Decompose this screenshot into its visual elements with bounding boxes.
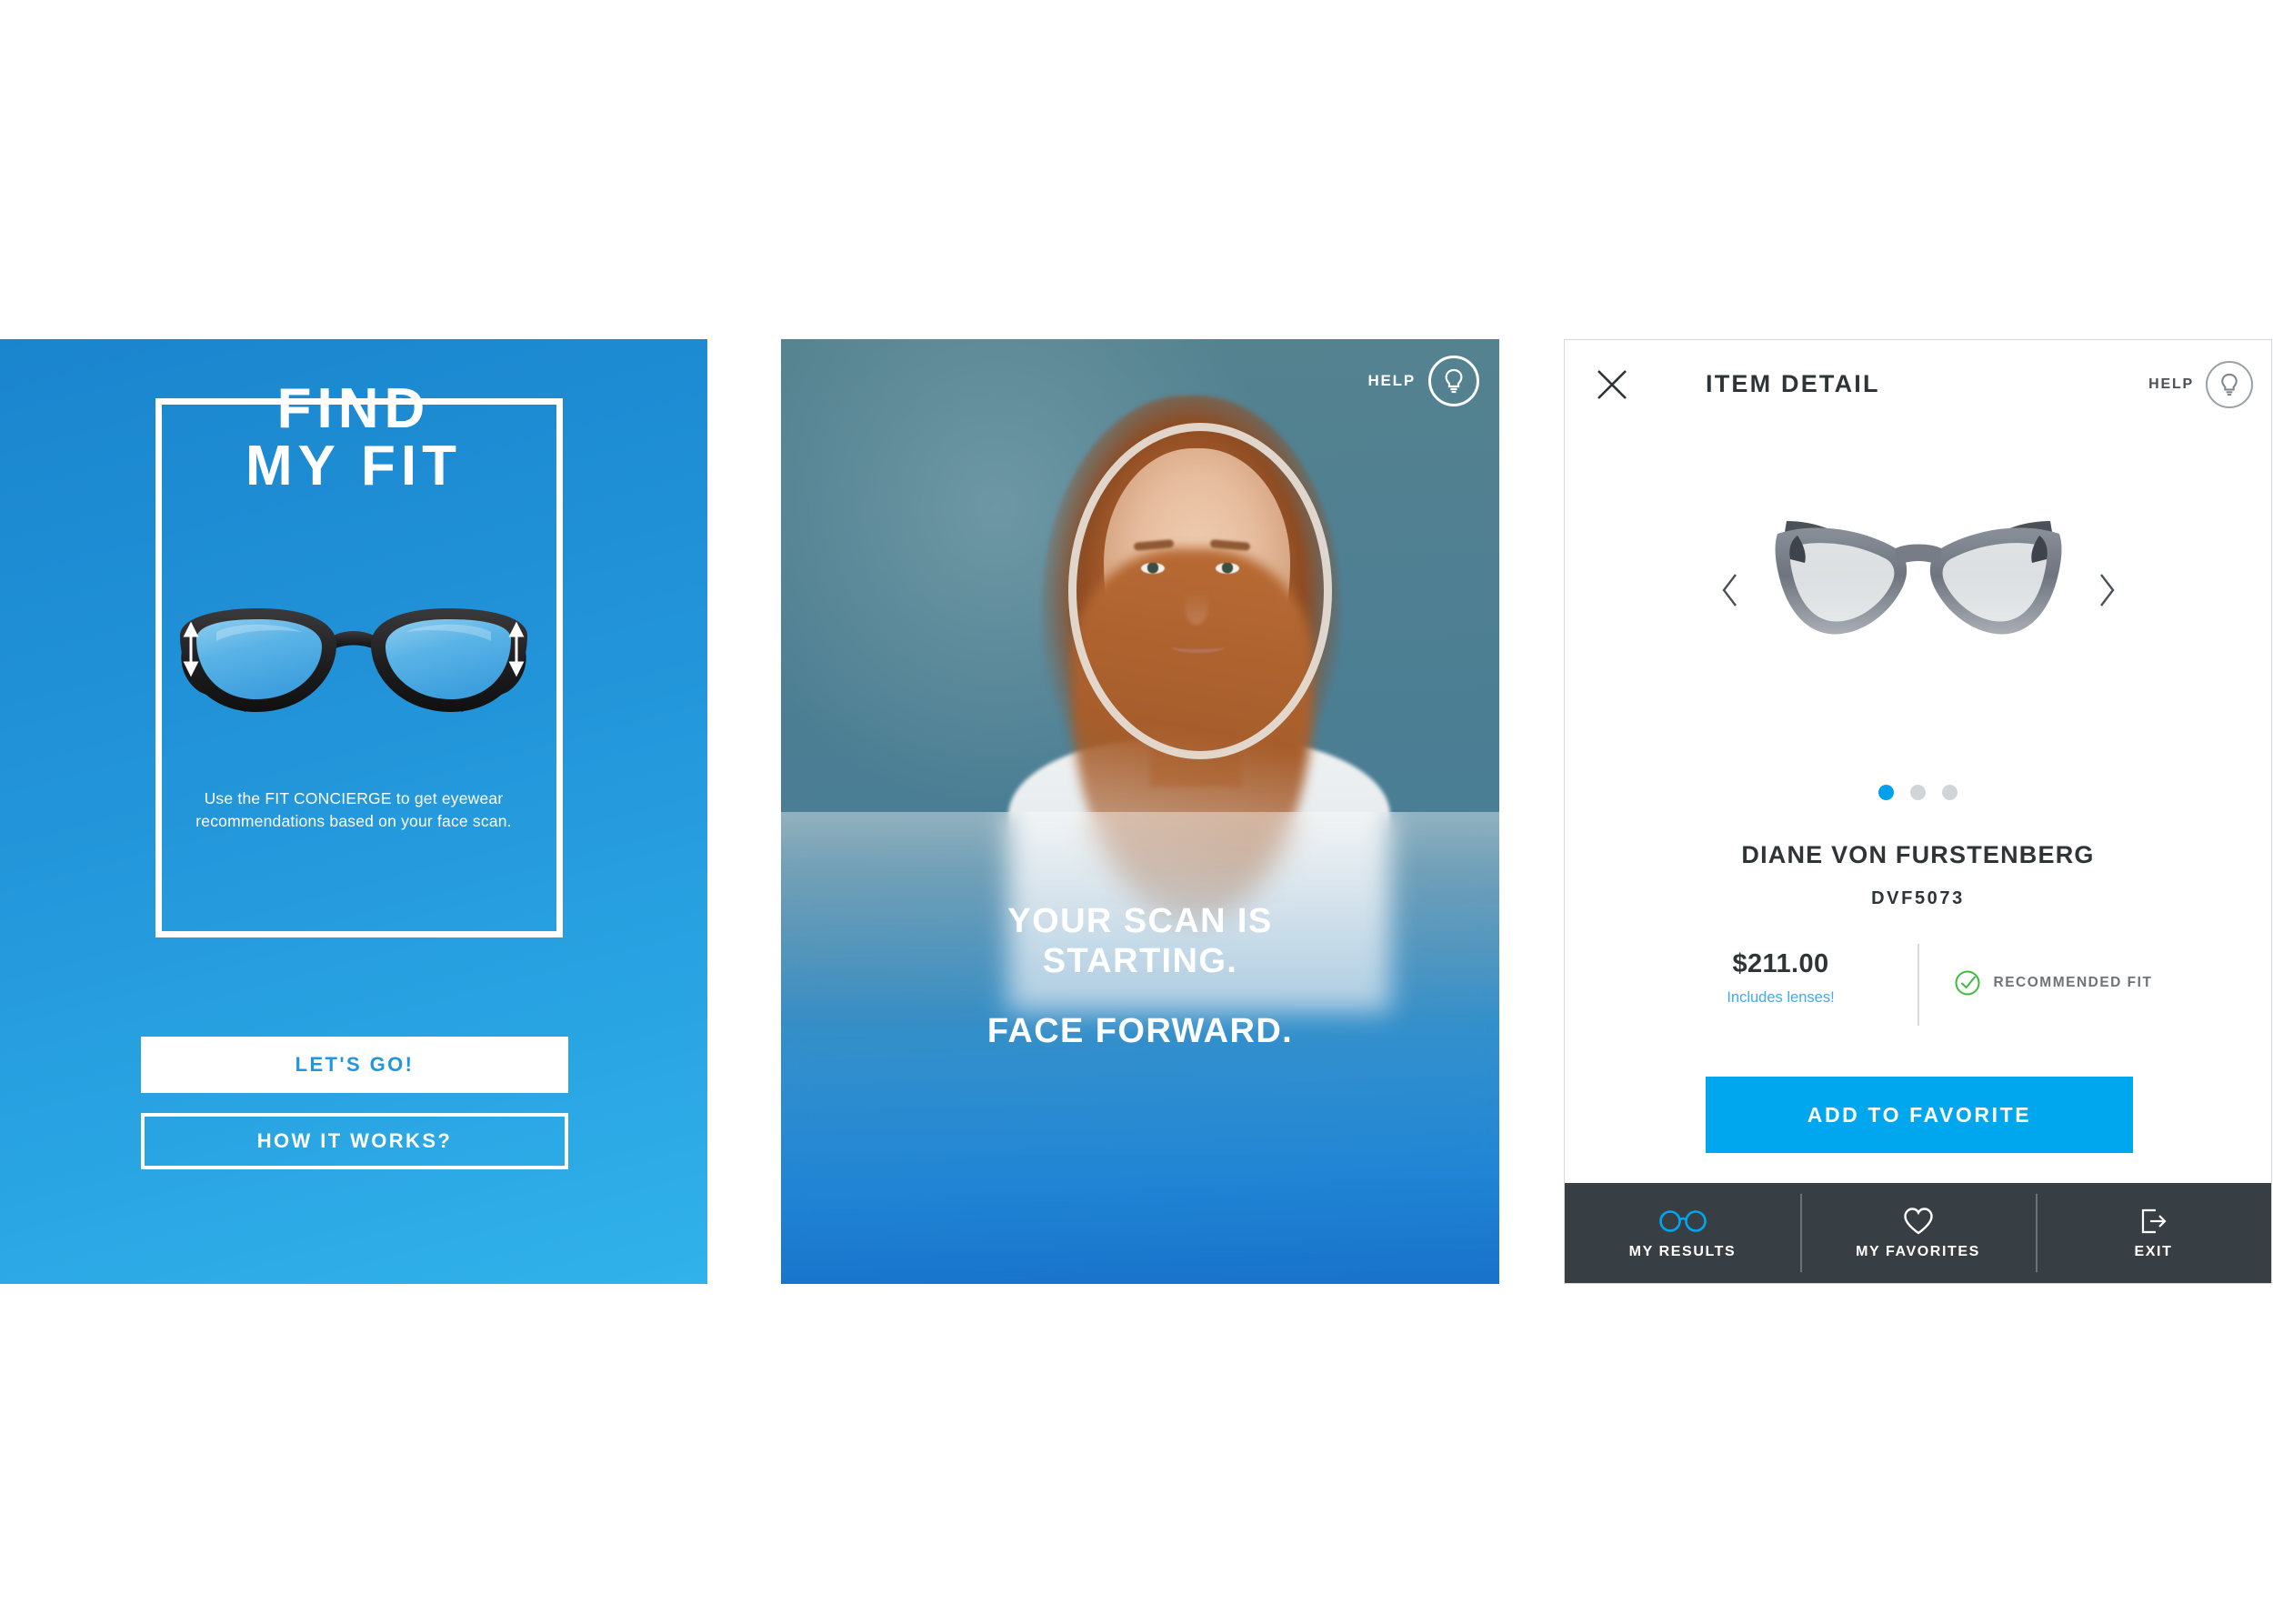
nav-item-my-results[interactable]: MY RESULTS [1565, 1183, 1800, 1283]
carousel-dots [1565, 785, 2271, 800]
page-title-line1: FIND [276, 377, 431, 440]
lets-go-button[interactable]: LET'S GO! [141, 1037, 568, 1093]
chevron-right-icon[interactable] [2087, 570, 2127, 610]
price-block: $211.00 Includes lenses! [1645, 940, 1918, 1007]
add-to-favorite-button[interactable]: ADD TO FAVORITE [1706, 1077, 2133, 1153]
scan-status-message: YOUR SCAN IS STARTING. [781, 901, 1499, 981]
heart-icon [1903, 1206, 1934, 1237]
page-title: ITEM DETAIL [1706, 370, 1880, 397]
product-info-row: $211.00 Includes lenses! RECOMMENDED FIT [1565, 940, 2271, 1031]
help-label: HELP [1367, 372, 1416, 389]
carousel-dot-1[interactable] [1878, 785, 1894, 800]
lightbulb-icon [1428, 356, 1479, 406]
product-image-eyeglasses [1775, 521, 2061, 635]
help-label: HELP [2148, 376, 2194, 392]
panel-item-detail: ITEM DETAIL HELP DIANE VON FURSTENBERG D… [1564, 339, 2272, 1284]
glasses-icon [1658, 1206, 1707, 1237]
nav-item-exit[interactable]: EXIT [2036, 1183, 2271, 1283]
exit-icon [2139, 1206, 2168, 1237]
product-brand: DIANE VON FURSTENBERG [1741, 841, 2095, 868]
intro-subtitle: Use the FIT CONCIERGE to get eyewear rec… [195, 789, 512, 830]
nav-item-my-favorites[interactable]: MY FAVORITES [1800, 1183, 2036, 1283]
product-price: $211.00 [1732, 949, 1829, 978]
panel-find-my-fit: FIND MY FIT Use the FIT CONCIERGE to get… [0, 339, 707, 1284]
page-title-line2: MY FIT [245, 435, 463, 498]
nav-label-my-favorites: MY FAVORITES [1856, 1244, 1980, 1259]
page-title: FIND MY FIT [0, 377, 707, 498]
intro-button-group: LET'S GO! HOW IT WORKS? [141, 1037, 568, 1169]
chevron-left-icon[interactable] [1710, 570, 1750, 610]
bottom-navigation: MY RESULTS MY FAVORITES EXIT [1565, 1183, 2271, 1283]
nav-label-my-results: MY RESULTS [1628, 1244, 1737, 1259]
carousel-dot-3[interactable] [1942, 785, 1958, 800]
nav-label-exit: EXIT [2134, 1244, 2173, 1259]
close-icon[interactable] [1595, 367, 1629, 402]
how-it-works-button[interactable]: HOW IT WORKS? [141, 1113, 568, 1169]
fit-badge: RECOMMENDED FIT [1919, 940, 2192, 997]
fit-badge-label: RECOMMENDED FIT [1993, 975, 2153, 990]
help-button[interactable]: HELP [2148, 361, 2253, 408]
hero-glasses-icon [180, 608, 527, 712]
price-note: Includes lenses! [1727, 989, 1835, 1006]
panel-face-scan: HELP YOUR SCAN IS STARTING. FACE FORWARD… [781, 339, 1499, 1284]
carousel-dot-2[interactable] [1910, 785, 1926, 800]
scan-instruction: FACE FORWARD. [986, 1012, 1294, 1050]
help-button[interactable]: HELP [1367, 356, 1479, 406]
product-model: DVF5073 [1871, 888, 1965, 908]
screenshot-stage: FIND MY FIT Use the FIT CONCIERGE to get… [0, 0, 2273, 1624]
product-carousel [1565, 486, 2271, 695]
lightbulb-icon [2206, 361, 2253, 408]
scan-status-line1: YOUR SCAN IS [1007, 902, 1273, 940]
face-guide-oval [1068, 423, 1332, 759]
check-circle-icon [1955, 970, 1979, 996]
scan-status-line2: STARTING. [1042, 942, 1238, 981]
